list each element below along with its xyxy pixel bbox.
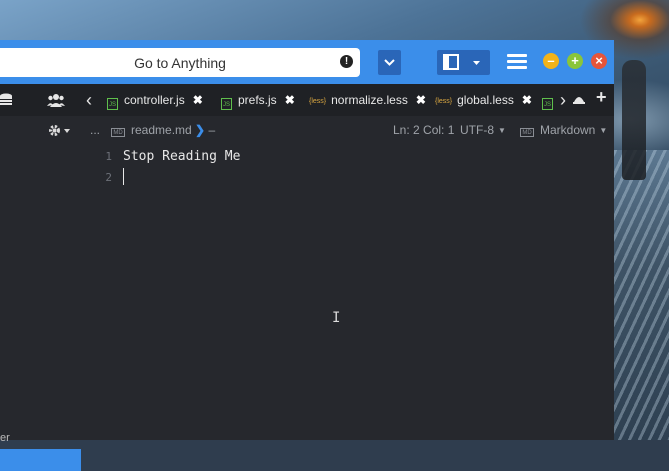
line-number: 2 xyxy=(105,171,112,184)
database-icon[interactable] xyxy=(0,93,14,107)
tab-overflow-partial[interactable]: JS xyxy=(542,93,559,110)
js-file-icon: JS xyxy=(107,98,118,110)
tab-close-icon[interactable]: ✖ xyxy=(522,93,532,107)
wallpaper-snow xyxy=(614,150,669,440)
tabs-prev-button[interactable]: ‹ xyxy=(86,90,92,111)
js-file-icon: JS xyxy=(542,98,553,110)
maximize-button[interactable]: + xyxy=(567,53,583,69)
markdown-file-icon: MD xyxy=(111,128,125,137)
pin-icon[interactable] xyxy=(572,94,586,106)
chevron-down-icon: ▼ xyxy=(498,126,506,135)
chevron-down-icon xyxy=(384,59,395,66)
panel-layout-icon xyxy=(443,54,480,70)
minimize-button[interactable]: – xyxy=(543,53,559,69)
language-label: Markdown xyxy=(540,123,596,137)
tab-close-icon[interactable]: ✖ xyxy=(285,93,295,107)
tab-label: prefs.js xyxy=(238,93,277,107)
markdown-language-icon: MD xyxy=(520,128,534,137)
tab-label: global.less xyxy=(457,93,514,107)
sidebar-primary-button[interactable] xyxy=(0,449,81,471)
cursor-position[interactable]: Ln: 2 Col: 1 xyxy=(393,123,454,137)
go-to-anything-field[interactable]: Go to Anything ! xyxy=(0,48,360,77)
encoding-label: UTF-8 xyxy=(460,123,494,137)
code-editor[interactable]: 1 Stop Reading Me 2 I xyxy=(0,144,614,394)
tab-bar: ‹ JS controller.js ✖ JS prefs.js ✖ {less} nor… xyxy=(0,84,614,116)
breadcrumb-bar: ... MD readme.md ❯ – Ln: 2 Col: 1 UTF-8 ▼ … xyxy=(0,116,614,144)
breadcrumb-trail: – xyxy=(208,123,216,137)
chevron-right-icon: ❯ xyxy=(195,123,206,137)
tab-global-less[interactable]: {less} global.less ✖ xyxy=(435,93,532,109)
js-file-icon: JS xyxy=(221,98,232,110)
new-tab-button[interactable]: + xyxy=(596,87,607,108)
tab-prefs-js[interactable]: JS prefs.js ✖ xyxy=(221,93,295,110)
tab-normalize-less[interactable]: {less} normalize.less ✖ xyxy=(309,93,426,109)
tab-label: controller.js xyxy=(124,93,185,107)
breadcrumb[interactable]: MD readme.md ❯ – xyxy=(111,123,215,137)
tab-close-icon[interactable]: ✖ xyxy=(416,93,426,107)
sidebar-label: er xyxy=(0,432,10,444)
text-cursor xyxy=(123,168,124,185)
line-text[interactable]: Stop Reading Me xyxy=(123,149,240,164)
breadcrumb-file: readme.md xyxy=(131,123,192,137)
users-icon[interactable] xyxy=(47,93,65,107)
tab-close-icon[interactable]: ✖ xyxy=(193,93,203,107)
menu-icon[interactable] xyxy=(507,54,527,70)
alert-icon[interactable]: ! xyxy=(340,55,353,68)
less-file-icon: {less} xyxy=(435,98,453,105)
go-to-anything-placeholder: Go to Anything xyxy=(134,55,226,71)
less-file-icon: {less} xyxy=(309,98,327,105)
breadcrumb-ellipsis[interactable]: ... xyxy=(90,123,100,137)
title-bar: Go to Anything ! – + × xyxy=(0,40,614,84)
close-button[interactable]: × xyxy=(591,53,607,69)
tabs-next-button[interactable]: › xyxy=(560,90,566,111)
gear-icon[interactable] xyxy=(48,124,72,137)
chevron-down-icon: ▼ xyxy=(599,126,608,135)
wallpaper-figure xyxy=(622,60,646,180)
layout-toggle-button[interactable] xyxy=(437,50,490,75)
editor-window: Go to Anything ! – + × ‹ JS controller.j… xyxy=(0,40,614,471)
go-to-dropdown-button[interactable] xyxy=(378,50,401,75)
language-selector[interactable]: MD Markdown ▼ xyxy=(520,123,607,137)
line-number: 1 xyxy=(105,150,112,163)
tab-label: normalize.less xyxy=(331,93,408,107)
ibeam-cursor-icon: I xyxy=(332,310,341,326)
encoding-selector[interactable]: UTF-8 ▼ xyxy=(460,123,506,137)
tab-controller-js[interactable]: JS controller.js ✖ xyxy=(107,93,203,110)
